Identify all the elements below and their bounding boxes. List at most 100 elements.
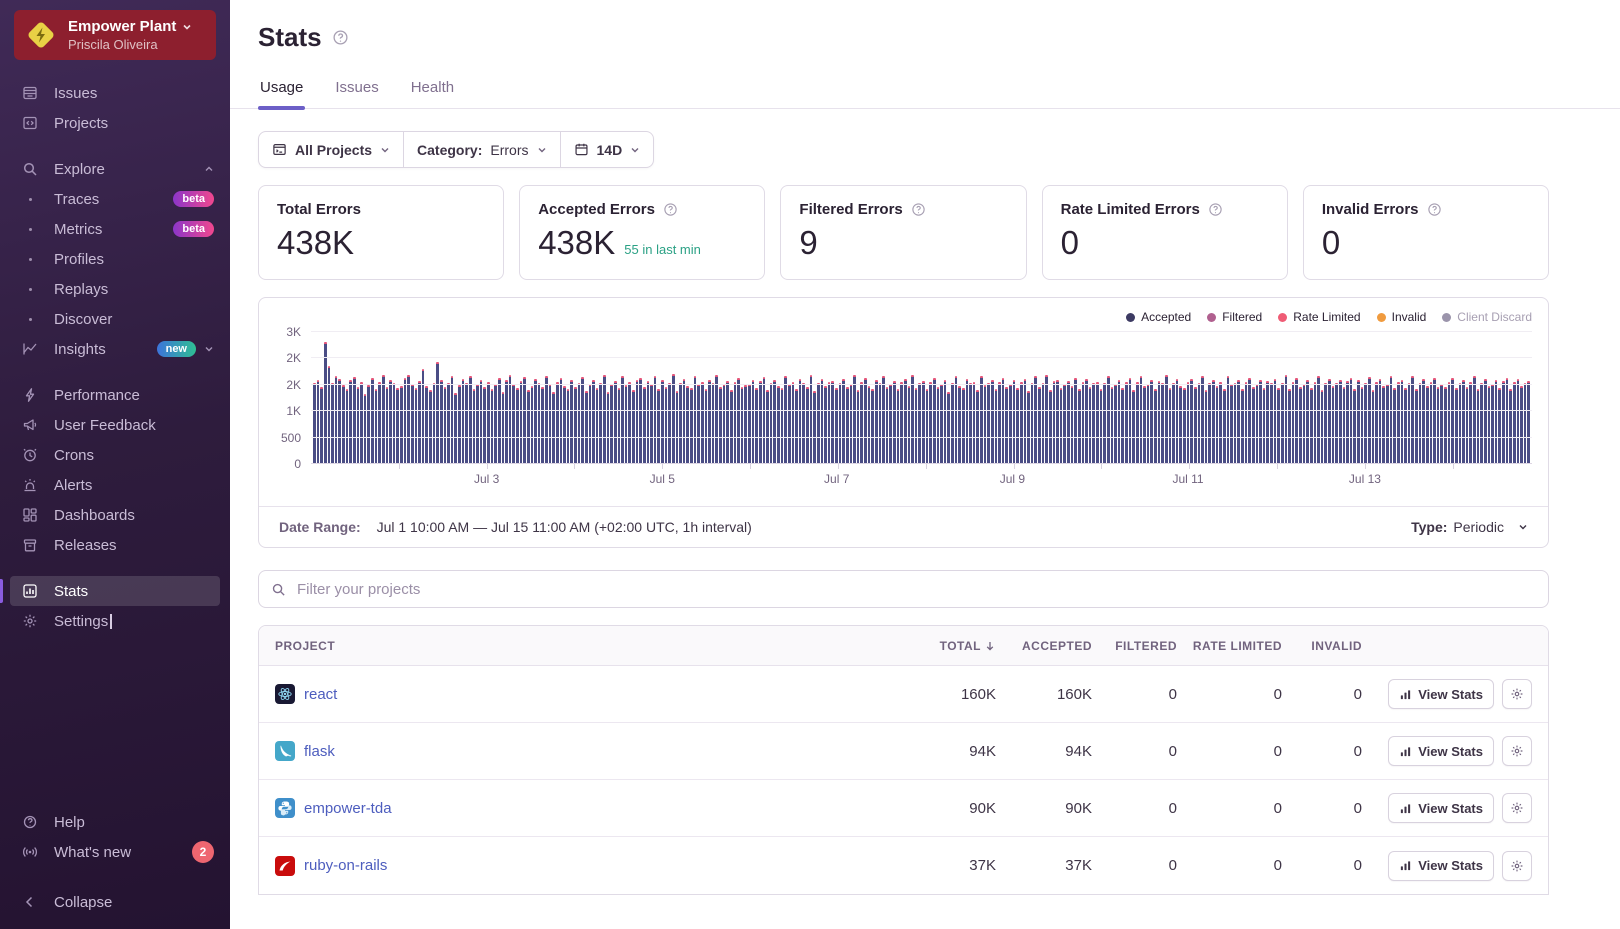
sidebar-item-projects[interactable]: Projects <box>10 108 220 138</box>
chart-bar <box>1306 380 1309 464</box>
sidebar-item-explore[interactable]: Explore <box>10 154 220 184</box>
question-circle-icon[interactable] <box>663 202 678 217</box>
sidebar-item-performance[interactable]: Performance <box>10 380 220 410</box>
chart-bar <box>904 379 907 464</box>
question-circle-icon[interactable] <box>1208 202 1223 217</box>
column-header-total[interactable]: TOTAL <box>940 639 996 653</box>
sidebar-item-user-feedback[interactable]: User Feedback <box>10 410 220 440</box>
chart-bar <box>465 383 468 464</box>
project-link[interactable]: flask <box>304 743 335 760</box>
sidebar-item-traces[interactable]: Tracesbeta <box>10 184 220 214</box>
sidebar-item-dashboards[interactable]: Dashboards <box>10 500 220 530</box>
project-filter-input[interactable] <box>295 580 1536 599</box>
chart-bar <box>335 376 338 464</box>
org-switcher[interactable]: Empower Plant Priscila Oliveira <box>14 10 216 60</box>
chart-bar <box>1455 388 1458 464</box>
chart-bar <box>1096 382 1099 464</box>
category-selector[interactable]: Category: Errors <box>403 132 559 167</box>
sidebar-item-stats[interactable]: Stats <box>10 576 220 606</box>
view-stats-label: View Stats <box>1418 744 1483 759</box>
chart-bar <box>995 389 998 464</box>
column-header-label: RATE LIMITED <box>1193 639 1282 653</box>
chart-bar <box>451 376 454 464</box>
column-header-filtered[interactable]: FILTERED <box>1115 639 1177 653</box>
column-header-rate-limited[interactable]: RATE LIMITED <box>1193 639 1282 653</box>
performance-icon <box>16 387 44 403</box>
chart-bar <box>1364 383 1367 464</box>
sidebar-item-collapse[interactable]: Collapse <box>10 887 220 917</box>
bullet-icon <box>16 288 44 291</box>
sidebar-item-discover[interactable]: Discover <box>10 304 220 334</box>
legend-item-rate-limited[interactable]: Rate Limited <box>1278 310 1360 324</box>
project-link[interactable]: empower-tda <box>304 800 392 817</box>
tab-health[interactable]: Health <box>409 79 456 108</box>
sidebar-item-releases[interactable]: Releases <box>10 530 220 560</box>
chart-bar <box>882 376 885 464</box>
sidebar-item-alerts[interactable]: Alerts <box>10 470 220 500</box>
alerts-icon <box>16 477 44 493</box>
legend-item-invalid[interactable]: Invalid <box>1377 310 1427 324</box>
chart-bar <box>516 388 519 464</box>
chart-bar <box>831 381 834 464</box>
view-stats-button[interactable]: View Stats <box>1388 793 1494 823</box>
chart-bar <box>676 391 679 464</box>
view-stats-button[interactable]: View Stats <box>1388 851 1494 881</box>
legend-item-accepted[interactable]: Accepted <box>1126 310 1191 324</box>
chart-bar <box>853 375 856 464</box>
sidebar-item-replays[interactable]: Replays <box>10 274 220 304</box>
chart-bar <box>922 381 925 464</box>
sidebar-item-issues[interactable]: Issues <box>10 78 220 108</box>
chart-bar <box>636 380 639 464</box>
project-selector[interactable]: All Projects <box>259 132 403 167</box>
view-stats-button[interactable]: View Stats <box>1388 679 1494 709</box>
chart-bar <box>505 380 508 464</box>
legend-item-filtered[interactable]: Filtered <box>1207 310 1262 324</box>
mini-bars-icon <box>1399 745 1412 758</box>
column-header-project[interactable]: PROJECT <box>259 639 878 653</box>
chart-bar <box>1270 383 1273 464</box>
column-header-invalid[interactable]: INVALID <box>1311 639 1362 653</box>
project-link[interactable]: ruby-on-rails <box>304 857 387 874</box>
project-settings-button[interactable] <box>1502 851 1532 881</box>
chart-bar <box>926 389 929 464</box>
cell-total: 94K <box>969 743 996 760</box>
chart-bar <box>1473 376 1476 464</box>
chart-bar <box>1379 379 1382 464</box>
tab-issues[interactable]: Issues <box>333 79 380 108</box>
column-header-accepted[interactable]: ACCEPTED <box>1022 639 1092 653</box>
y-axis-label: 0 <box>294 457 301 471</box>
question-circle-icon[interactable] <box>911 202 926 217</box>
question-circle-icon[interactable] <box>1427 202 1442 217</box>
sidebar-item-metrics[interactable]: Metricsbeta <box>10 214 220 244</box>
sidebar-item-profiles[interactable]: Profiles <box>10 244 220 274</box>
legend-item-client-discard[interactable]: Client Discard <box>1442 310 1532 324</box>
sidebar-item-settings[interactable]: Settings <box>10 606 220 636</box>
project-settings-button[interactable] <box>1502 736 1532 766</box>
cell-invalid: 0 <box>1354 686 1362 703</box>
sidebar-item-insights[interactable]: Insightsnew <box>10 334 220 364</box>
sidebar-item-crons[interactable]: Crons <box>10 440 220 470</box>
project-settings-button[interactable] <box>1502 793 1532 823</box>
chart-bar <box>331 383 334 464</box>
sidebar-item-what-s-new[interactable]: What's new2 <box>10 837 220 867</box>
chart-bar <box>1451 378 1454 464</box>
chart-bar <box>795 389 798 464</box>
chart-bar <box>850 384 853 464</box>
view-stats-button[interactable]: View Stats <box>1388 736 1494 766</box>
page-help-icon[interactable] <box>332 29 349 46</box>
project-link[interactable]: react <box>304 686 337 703</box>
tab-usage[interactable]: Usage <box>258 79 305 108</box>
chart-bar <box>639 378 642 464</box>
chart-bar <box>1477 389 1480 464</box>
project-settings-button[interactable] <box>1502 679 1532 709</box>
chart-bar <box>382 375 385 464</box>
sidebar-item-help[interactable]: Help <box>10 807 220 837</box>
chart-bar <box>1346 381 1349 464</box>
chart-bar <box>1150 380 1153 464</box>
chart-type-selector[interactable]: Type: Periodic <box>1411 519 1528 535</box>
chart-bar <box>694 376 697 464</box>
date-period-selector[interactable]: 14D <box>560 132 654 167</box>
chart-bar <box>1009 384 1012 464</box>
chart-bar <box>1053 381 1056 464</box>
cell-invalid: 0 <box>1354 800 1362 817</box>
